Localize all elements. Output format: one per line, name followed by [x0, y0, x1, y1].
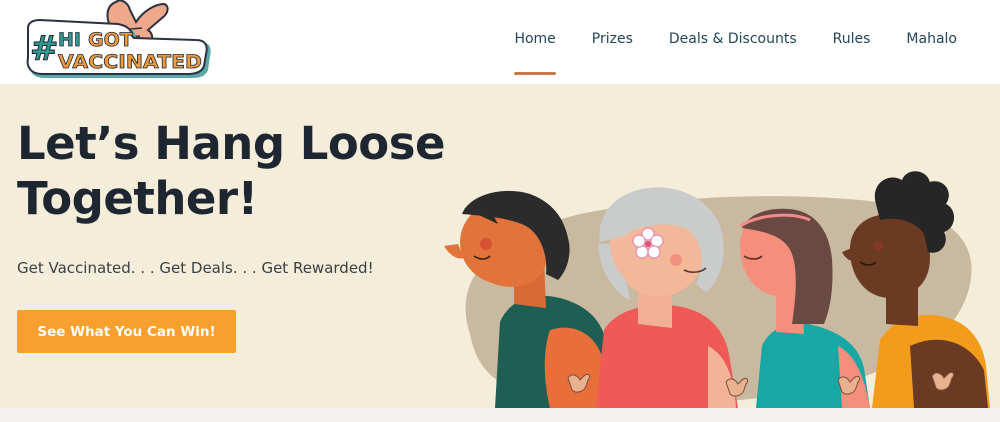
nav-item-home[interactable]: Home	[514, 0, 557, 75]
svg-text:#: #	[30, 29, 59, 69]
svg-text:GOT: GOT	[88, 29, 133, 51]
people-illustration	[444, 171, 990, 408]
nav-item-deals-discounts[interactable]: Deals & Discounts	[669, 0, 797, 47]
nav-item-mahalo[interactable]: Mahalo	[906, 0, 957, 47]
hero-title-line-1: Let’s Hang Loose	[17, 117, 446, 170]
svg-text:HI: HI	[58, 29, 81, 51]
see-what-you-can-win-button[interactable]: See What You Can Win!	[17, 310, 236, 353]
nav-item-prizes[interactable]: Prizes	[592, 0, 633, 47]
site-header: # HI GOT VACCINATED Home Prizes Deals & …	[0, 0, 1000, 84]
section-divider	[0, 408, 1000, 422]
svg-text:VACCINATED: VACCINATED	[58, 51, 202, 73]
hero-section: Let’s Hang Loose Together! Get Vaccinate…	[0, 84, 1000, 408]
nav-item-rules[interactable]: Rules	[833, 0, 871, 47]
hero-title-line-2: Together!	[17, 172, 258, 225]
higotvaccinated-logo[interactable]: # HI GOT VACCINATED	[24, 0, 214, 82]
hero-title: Let’s Hang Loose Together!	[17, 116, 477, 226]
hero-subtitle: Get Vaccinated. . . Get Deals. . . Get R…	[17, 259, 374, 277]
main-nav: Home Prizes Deals & Discounts Rules Maha…	[478, 0, 957, 84]
